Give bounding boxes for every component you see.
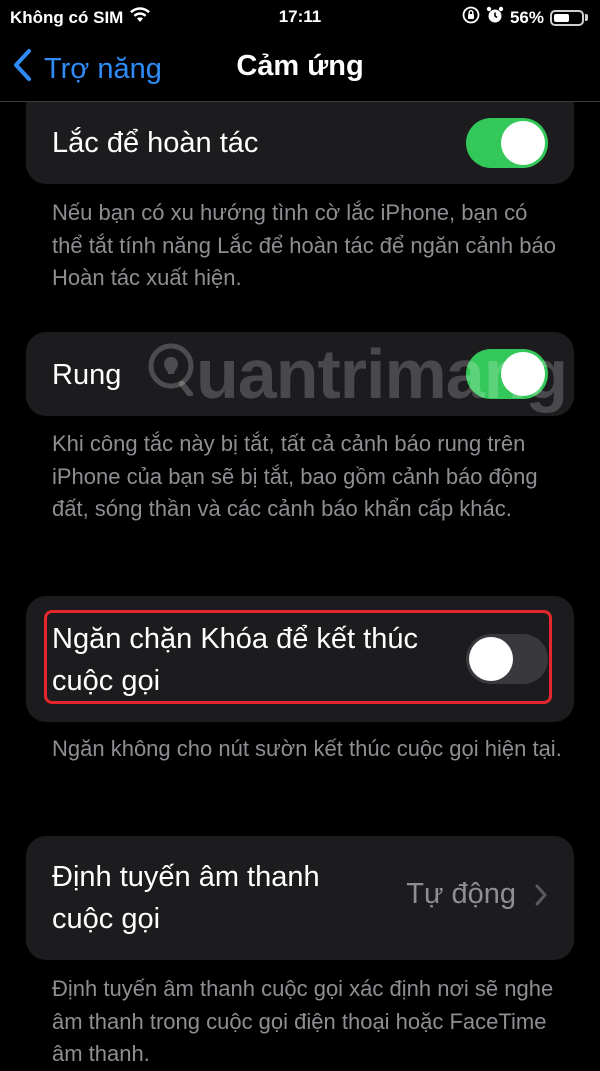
battery-percent: 56% xyxy=(509,7,544,27)
shake-to-undo-toggle[interactable] xyxy=(466,118,548,168)
shake-to-undo-row[interactable]: Lắc để hoàn tác xyxy=(26,102,574,184)
toggle-knob xyxy=(501,121,545,165)
status-bar: Không có SIM 17:11 56% xyxy=(0,0,600,34)
vibration-footer: Khi công tắc này bị tắt, tất cả cảnh báo… xyxy=(52,431,538,521)
shake-to-undo-footer: Nếu bạn có xu hướng tình cờ lắc iPhone, … xyxy=(52,200,556,290)
call-audio-routing-row[interactable]: Định tuyến âm thanh cuộc gọi Tự động xyxy=(26,836,574,960)
orientation-lock-icon xyxy=(462,6,480,29)
chevron-right-icon xyxy=(534,883,548,912)
watermark-text: uantrimang xyxy=(196,335,568,413)
vibration-label: Rung xyxy=(52,359,122,391)
page-title: Cảm ứng xyxy=(236,50,364,82)
call-audio-routing-footer: Định tuyến âm thanh cuộc gọi xác định nơ… xyxy=(52,976,554,1066)
shake-to-undo-label: Lắc để hoàn tác xyxy=(52,127,259,159)
call-audio-routing-label: Định tuyến âm thanh cuộc gọi xyxy=(52,861,320,935)
battery-icon xyxy=(550,9,588,26)
status-right: 56% xyxy=(462,6,588,29)
call-audio-routing-value: Tự động xyxy=(406,878,516,910)
lightbulb-icon xyxy=(148,342,194,401)
highlight-box xyxy=(44,610,552,704)
alarm-icon xyxy=(486,6,504,29)
navigation-bar: Trợ năng Cảm ứng xyxy=(0,34,600,102)
prevent-lock-end-call-footer: Ngăn không cho nút sườn kết thúc cuộc gọ… xyxy=(52,736,562,761)
